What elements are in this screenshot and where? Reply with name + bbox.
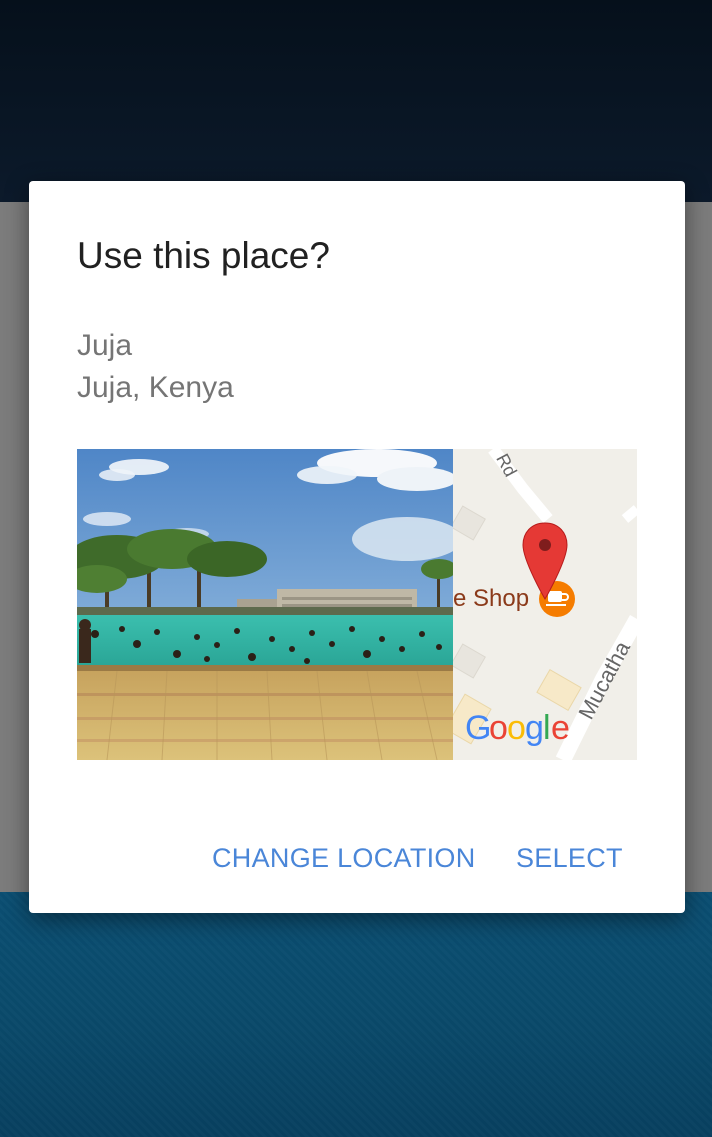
svg-text:l: l bbox=[543, 709, 551, 747]
poi-label: e Shop bbox=[453, 585, 529, 612]
background-top bbox=[0, 0, 712, 202]
screen: Use this place? Juja Juja, Kenya Rd Muca… bbox=[0, 0, 712, 1137]
svg-text:G: G bbox=[465, 709, 491, 747]
place-address: Juja, Kenya bbox=[77, 371, 234, 404]
map-thumbnail[interactable]: Rd Mucatha e Shop G o o g l e bbox=[453, 449, 637, 760]
place-photo bbox=[77, 449, 453, 760]
dialog-actions: CHANGE LOCATION SELECT bbox=[29, 843, 685, 883]
google-attribution: G o o g l e bbox=[465, 709, 570, 747]
background-bottom bbox=[0, 892, 712, 1137]
change-location-button[interactable]: CHANGE LOCATION bbox=[212, 843, 476, 874]
use-place-dialog: Use this place? Juja Juja, Kenya Rd Muca… bbox=[29, 181, 685, 913]
svg-text:g: g bbox=[525, 709, 544, 747]
place-name: Juja bbox=[77, 329, 133, 362]
svg-text:e: e bbox=[551, 709, 570, 747]
dialog-title: Use this place? bbox=[77, 235, 330, 276]
select-button[interactable]: SELECT bbox=[516, 843, 623, 874]
svg-text:o: o bbox=[507, 709, 526, 747]
place-preview: Rd Mucatha e Shop G o o g l e bbox=[77, 449, 637, 760]
svg-text:o: o bbox=[489, 709, 508, 747]
